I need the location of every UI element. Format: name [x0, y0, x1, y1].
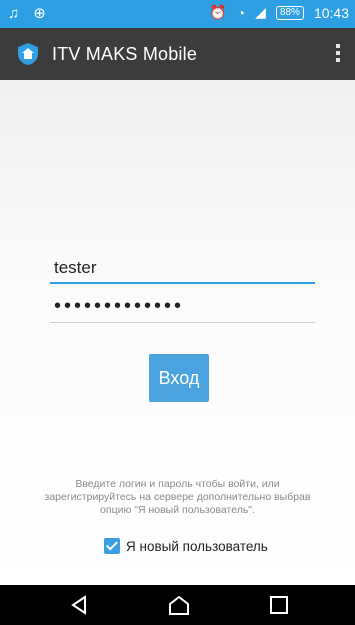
register-option[interactable]: Я новый пользователь — [104, 538, 268, 554]
status-bar: ♫ ⊕ ⏰ ◔ ◢ 88% 10:43 — [0, 0, 355, 28]
password-input[interactable]: ••••••••••••• — [50, 296, 315, 316]
status-left-icons: ♫ ⊕ — [8, 4, 46, 23]
username-input[interactable] — [50, 258, 315, 278]
music-icon: ♫ — [8, 4, 20, 22]
home-icon[interactable] — [168, 595, 190, 615]
back-icon[interactable] — [68, 595, 90, 615]
home-shield-icon — [18, 43, 38, 65]
info-text: Введите логин и пароль чтобы войти, или … — [44, 478, 311, 516]
new-user-checkbox[interactable] — [104, 538, 120, 554]
navigation-bar — [0, 585, 355, 625]
app-bar: ITV MAKS Mobile — [0, 28, 355, 80]
wifi-icon: ◔ — [236, 4, 246, 21]
alarm-icon: ⏰ — [209, 4, 227, 20]
password-field[interactable]: ••••••••••••• — [50, 296, 315, 323]
username-field[interactable] — [50, 258, 315, 284]
app-title: ITV MAKS Mobile — [52, 44, 198, 64]
battery-icon: 88% — [275, 5, 304, 20]
signal-icon: ◢ — [255, 4, 266, 20]
recents-icon[interactable] — [268, 595, 290, 615]
status-right-icons: ⏰ ◔ ◢ 88% 10:43 — [209, 4, 349, 21]
password-underline — [50, 322, 315, 323]
login-button[interactable]: Вход — [149, 354, 209, 402]
username-underline — [50, 282, 315, 284]
overflow-menu-icon[interactable] — [335, 44, 341, 64]
new-user-label[interactable]: Я новый пользователь — [126, 539, 268, 554]
globe-icon: ⊕ — [33, 5, 46, 22]
status-time: 10:43 — [313, 4, 349, 21]
